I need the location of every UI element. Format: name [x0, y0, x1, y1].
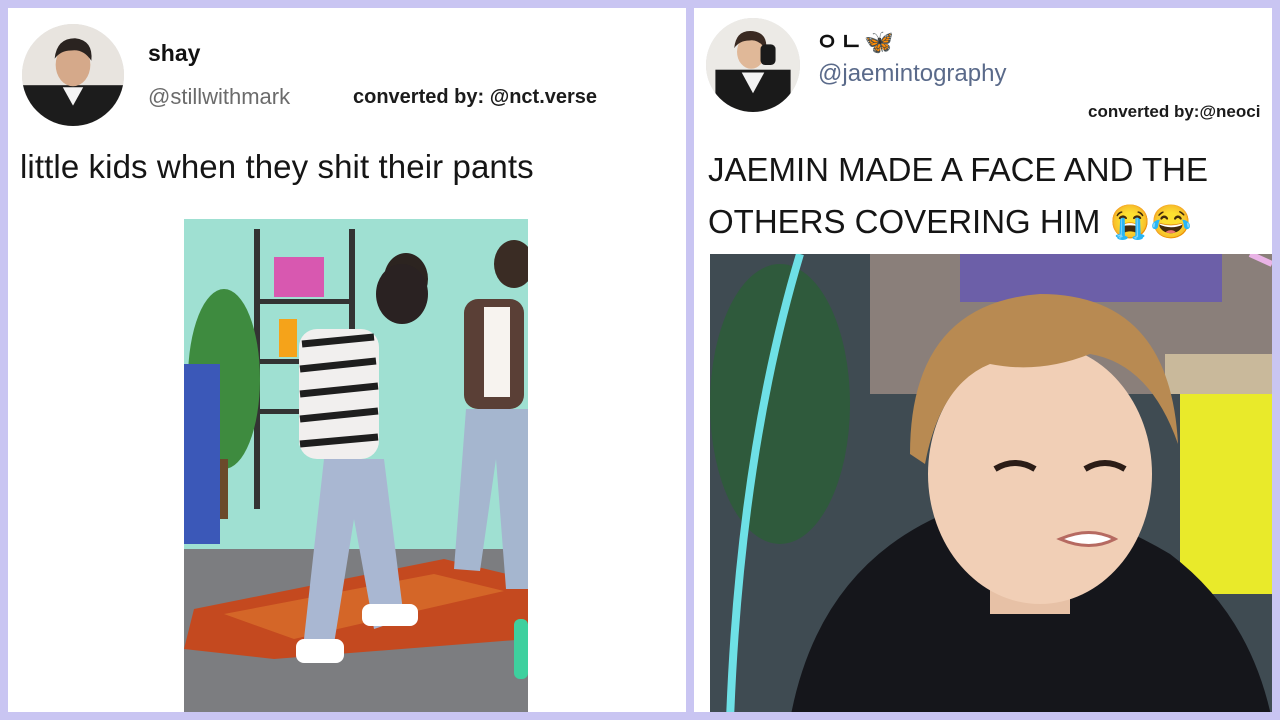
converted-by-credit: converted by: @nct.verse: [353, 86, 598, 108]
post-video-thumbnail[interactable]: [184, 219, 528, 712]
display-name[interactable]: ㅇㄴ🦋: [816, 22, 896, 57]
video-frame: [184, 219, 528, 712]
post-text: little kids when they shit their pants: [20, 148, 534, 185]
user-handle[interactable]: @jaemintography: [818, 60, 1006, 88]
converted-by-credit: converted by:@neoci: [1088, 102, 1261, 121]
avatar[interactable]: [706, 18, 800, 112]
post-card-shay[interactable]: shay @stillwithmark converted by: @nct.v…: [8, 8, 686, 712]
avatar-image: [706, 18, 800, 112]
display-name[interactable]: shay: [148, 40, 200, 67]
video-frame: [710, 254, 1272, 712]
post-video-thumbnail[interactable]: [710, 254, 1272, 712]
post-text: JAEMIN MADE A FACE AND THE OTHERS COVERI…: [708, 151, 1209, 240]
avatar[interactable]: [22, 24, 124, 126]
post-card-jaemintography[interactable]: ㅇㄴ🦋 @jaemintography converted by:@neoci …: [694, 8, 1272, 712]
user-handle[interactable]: @stillwithmark: [148, 84, 290, 110]
avatar-image: [22, 24, 124, 126]
